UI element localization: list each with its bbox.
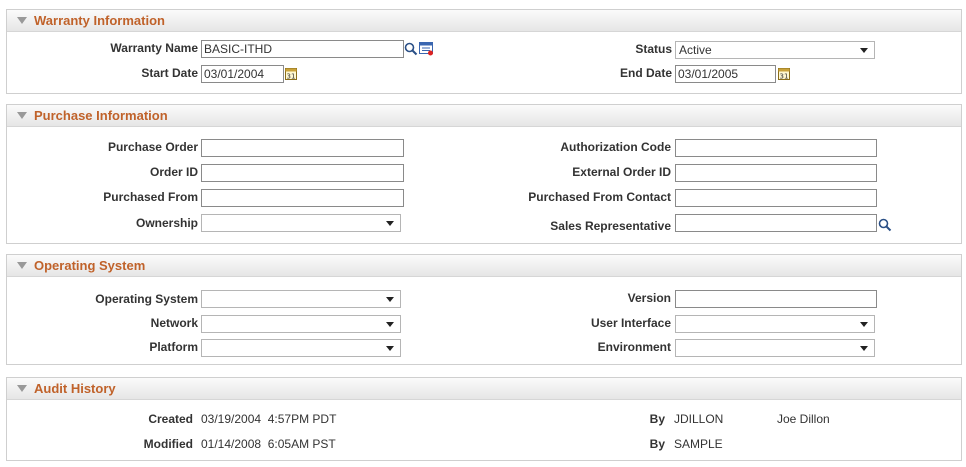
- chevron-down-icon: [386, 221, 394, 226]
- section-title: Warranty Information: [34, 13, 165, 28]
- network-select[interactable]: [201, 315, 401, 333]
- chevron-down-icon: [860, 322, 868, 327]
- svg-text:31: 31: [287, 73, 296, 81]
- warranty-section-header[interactable]: Warranty Information: [7, 10, 961, 32]
- version-label: Version: [627, 291, 671, 305]
- ownership-label: Ownership: [135, 216, 198, 230]
- operating-system-select[interactable]: [201, 290, 401, 308]
- environment-label: Environment: [597, 340, 671, 354]
- created-value: 03/19/2004 4:57PM PDT: [201, 412, 337, 426]
- network-label: Network: [150, 316, 198, 330]
- status-select[interactable]: Active: [675, 41, 875, 59]
- chevron-down-icon: [860, 346, 868, 351]
- operating-system-label: Operating System: [95, 292, 198, 306]
- chevron-down-icon: [386, 346, 394, 351]
- section-title: Audit History: [34, 381, 116, 396]
- status-label: Status: [635, 42, 672, 56]
- section-title: Operating System: [34, 258, 146, 273]
- section-title: Purchase Information: [34, 108, 168, 123]
- ownership-select[interactable]: [201, 214, 401, 232]
- collapse-triangle-icon[interactable]: [17, 17, 27, 24]
- purchase-order-label: Purchase Order: [107, 140, 198, 154]
- created-by-label: By: [649, 412, 665, 426]
- operating-system-section-header[interactable]: Operating System: [7, 255, 961, 277]
- modified-by-label: By: [649, 437, 665, 451]
- collapse-triangle-icon[interactable]: [17, 262, 27, 269]
- svg-text:31: 31: [780, 73, 789, 81]
- platform-select[interactable]: [201, 339, 401, 357]
- environment-select[interactable]: [675, 339, 875, 357]
- end-date-label: End Date: [619, 66, 672, 80]
- authorization-code-input[interactable]: [675, 139, 877, 157]
- platform-label: Platform: [149, 340, 198, 354]
- version-input[interactable]: [675, 290, 877, 308]
- chevron-down-icon: [386, 322, 394, 327]
- purchased-from-label: Purchased From: [103, 190, 198, 204]
- user-interface-select[interactable]: [675, 315, 875, 333]
- audit-history-section-header[interactable]: Audit History: [7, 378, 961, 400]
- external-order-id-input[interactable]: [675, 164, 877, 182]
- detail-view-icon[interactable]: [419, 42, 434, 59]
- chevron-down-icon: [860, 48, 868, 53]
- start-date-label: Start Date: [141, 66, 198, 80]
- sales-representative-label: Sales Representative: [550, 219, 671, 233]
- purchased-from-input[interactable]: [201, 189, 404, 207]
- lookup-icon[interactable]: [878, 218, 892, 235]
- authorization-code-label: Authorization Code: [560, 140, 671, 154]
- order-id-input[interactable]: [201, 164, 404, 182]
- end-date-input[interactable]: 03/01/2005: [675, 65, 776, 83]
- purchase-section-header[interactable]: Purchase Information: [7, 105, 961, 127]
- sales-representative-input[interactable]: [675, 214, 877, 232]
- start-date-input[interactable]: 03/01/2004: [201, 65, 284, 83]
- modified-value: 01/14/2008 6:05AM PST: [201, 437, 336, 451]
- created-label: Created: [148, 412, 193, 426]
- modified-by-id: SAMPLE: [674, 437, 723, 451]
- user-interface-label: User Interface: [590, 316, 671, 330]
- status-select-value: Active: [679, 43, 712, 57]
- warranty-name-label: Warranty Name: [110, 41, 198, 55]
- lookup-icon[interactable]: [404, 42, 418, 59]
- created-by-id: JDILLON: [674, 412, 724, 426]
- collapse-triangle-icon[interactable]: [17, 112, 27, 119]
- purchased-from-contact-input[interactable]: [675, 189, 877, 207]
- purchased-from-contact-label: Purchased From Contact: [528, 190, 671, 204]
- calendar-icon[interactable]: 31: [778, 67, 790, 83]
- modified-label: Modified: [143, 437, 193, 451]
- chevron-down-icon: [386, 297, 394, 302]
- warranty-name-input[interactable]: BASIC-ITHD: [201, 40, 404, 58]
- order-id-label: Order ID: [149, 165, 198, 179]
- created-by-name: Joe Dillon: [777, 412, 830, 426]
- purchase-order-input[interactable]: [201, 139, 404, 157]
- external-order-id-label: External Order ID: [572, 165, 671, 179]
- collapse-triangle-icon[interactable]: [17, 385, 27, 392]
- calendar-icon[interactable]: 31: [285, 67, 297, 83]
